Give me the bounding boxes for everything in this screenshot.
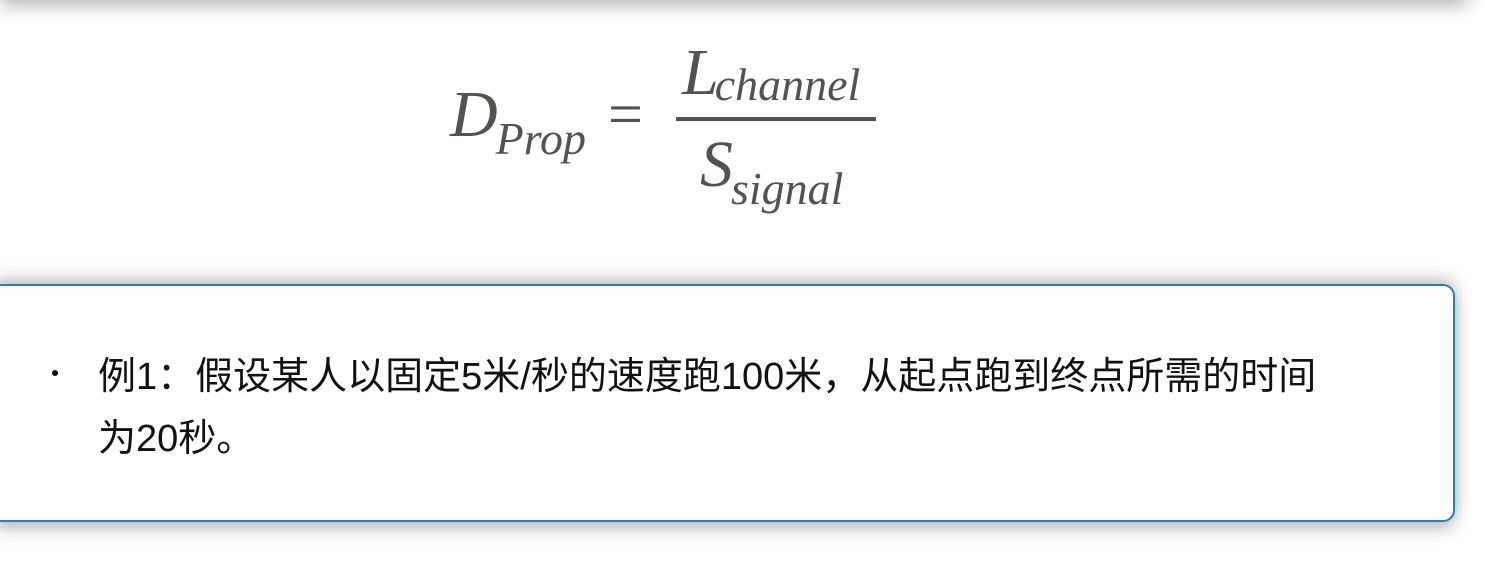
bullet-icon	[52, 370, 58, 376]
example-callout-box: 例1：假设某人以固定5米/秒的速度跑100米，从起点跑到终点所需的时间为20秒。	[0, 284, 1455, 522]
formula-lhs-main: D	[450, 78, 498, 151]
formula-denominator-main: S	[700, 128, 733, 201]
formula-lhs: DProp	[450, 82, 586, 162]
formula-denominator: Ssignal	[700, 132, 843, 212]
formula-numerator-subscript: channel	[714, 59, 861, 110]
formula-fraction: Lchannel Ssignal	[676, 40, 876, 220]
formula-numerator: Lchannel	[682, 40, 860, 108]
formula-lhs-subscript: Prop	[495, 113, 586, 164]
slide-page: DProp = Lchannel Ssignal 例1：假设某人以固定5米/秒的…	[0, 0, 1485, 583]
formula-numerator-main: L	[682, 36, 719, 109]
example-text: 例1：假设某人以固定5米/秒的速度跑100米，从起点跑到终点所需的时间为20秒。	[98, 356, 1317, 460]
formula-denominator-subscript: signal	[731, 163, 844, 214]
list-item: 例1：假设某人以固定5米/秒的速度跑100米，从起点跑到终点所需的时间为20秒。	[52, 346, 1332, 470]
formula-equals-sign: =	[608, 81, 643, 149]
propagation-delay-formula: DProp = Lchannel Ssignal	[450, 40, 890, 220]
formula-fraction-bar	[676, 117, 876, 121]
